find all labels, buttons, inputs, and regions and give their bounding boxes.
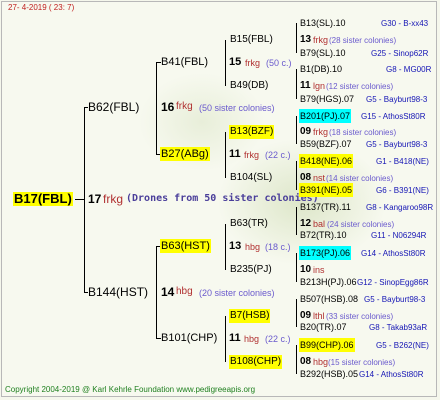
g2-num-2: 11	[229, 148, 241, 160]
g2-vertical-a	[156, 62, 157, 154]
g4-ref-11: G14 - AthosSt80R	[361, 249, 426, 258]
g1-breeder-2: hbg	[176, 286, 193, 297]
g1-colonies-1: (50 sister colonies)	[199, 103, 275, 113]
g3-id-8[interactable]: B108(CHP)	[229, 355, 283, 369]
g2-num-3: 13	[229, 240, 242, 252]
g2-breeder-2: frkg	[244, 150, 260, 160]
g3-id-3[interactable]: B13(BZF)	[229, 125, 275, 139]
g3-breeder-1: frkg	[313, 35, 329, 45]
g3-id-2[interactable]: B49(DB)	[230, 79, 268, 93]
g3-vertical-2	[225, 132, 226, 178]
g3-vertical-1	[225, 40, 226, 86]
g4-id-10[interactable]: B72(TR).10	[300, 228, 347, 242]
g3-id-1[interactable]: B15(FBL)	[230, 33, 273, 47]
g4-id-1[interactable]: B13(SL).10	[300, 16, 346, 30]
root-num: 17	[88, 192, 102, 206]
g4-ref-9: G8 - Kangaroo98R	[366, 203, 434, 212]
g3-breeder-2: lgn	[313, 81, 326, 91]
g4-ref-13: G5 - Bayburt98-3	[364, 295, 426, 304]
g4-vertical-7	[296, 299, 297, 327]
g4-ref-12: G12 - SinopEgg86R	[357, 278, 429, 287]
g4-ref-8: G6 - B391(NE)	[376, 186, 429, 195]
g2-breeder-4: hbg	[244, 334, 260, 344]
g2-vertical-b	[156, 246, 157, 338]
g4-id-4[interactable]: B79(HGS).07	[300, 92, 354, 106]
g1-num-2: 14	[161, 285, 175, 299]
g4-id-15[interactable]: B99(CHP).06	[299, 338, 355, 352]
g4-vertical-4	[296, 161, 297, 190]
g4-id-12[interactable]: B213H(PJ).06	[300, 275, 357, 289]
g3-num-1: 13	[300, 34, 312, 45]
root-colonies: (Drones from 50 sister colonies)	[126, 193, 319, 204]
g3-vertical-3	[225, 224, 226, 270]
g4-ref-16: G14 - AthosSt80R	[359, 370, 424, 379]
g4-id-16[interactable]: B292(HSB).05	[300, 367, 358, 381]
g2-colonies-1: (50 c.)	[266, 58, 292, 68]
g1-colonies-2: (20 sister colonies)	[199, 288, 275, 298]
g4-ref-7: G1 - B418(NE)	[376, 157, 429, 166]
g3-num-2: 11	[300, 80, 311, 91]
g3-vertical-4	[225, 316, 226, 362]
g1-breeder-1: frkg	[176, 101, 193, 112]
g2-id-1[interactable]: B41(FBL)	[161, 55, 208, 69]
root-id[interactable]: B17(FBL)	[13, 192, 73, 206]
g4-id-7[interactable]: B418(NE).06	[299, 154, 354, 168]
g4-ref-14: G8 - Takab93aR	[369, 323, 428, 332]
g3-id-5[interactable]: B63(TR)	[230, 217, 268, 231]
g2-id-4[interactable]: B101(CHP)	[161, 331, 217, 345]
g4-vertical-6	[296, 253, 297, 282]
g4-id-14[interactable]: B20(TR).07	[300, 320, 347, 334]
g2-id-2[interactable]: B27(ABg)	[160, 147, 210, 161]
g4-ref-2: G25 - Sinop62R	[371, 49, 429, 58]
g2-num-4: 11	[229, 332, 241, 344]
g4-id-8[interactable]: B391(NE).05	[299, 183, 354, 197]
g1-id-2[interactable]: B144(HST)	[88, 285, 148, 299]
root-connector	[75, 199, 84, 200]
g4-ref-5: G15 - AthosSt80R	[361, 112, 426, 121]
g3-id-6[interactable]: B235(PJ)	[230, 263, 272, 277]
g4-id-2[interactable]: B79(SL).10	[300, 46, 346, 60]
g4-ref-10: G11 - N06294R	[371, 231, 427, 240]
g4-ref-6: G5 - Bayburt98-3	[366, 140, 428, 149]
g3-id-4[interactable]: B104(SL)	[230, 171, 272, 185]
g4-ref-3: G8 - MG00R	[386, 65, 432, 74]
g1-vertical	[84, 107, 85, 292]
g3-id-7[interactable]: B7(HSB)	[229, 309, 271, 323]
g4-id-5[interactable]: B201(PJ).07	[299, 109, 352, 123]
g4-vertical-1	[296, 23, 297, 53]
root-breeder: frkg	[103, 192, 124, 206]
g4-vertical-3	[296, 116, 297, 144]
g2-breeder-1: frkg	[245, 58, 261, 68]
copyright-footer[interactable]: Copyright 2004-2019 @ Karl Kehrle Founda…	[5, 385, 255, 394]
g4-id-13[interactable]: B507(HSB).08	[300, 292, 358, 306]
g4-vertical-8	[296, 345, 297, 374]
g4-vertical-2	[296, 69, 297, 99]
g1-num-1: 16	[161, 100, 175, 114]
g2-colonies-4: (22 c.)	[265, 334, 291, 344]
g2-id-3[interactable]: B63(HST)	[160, 239, 211, 253]
g4-id-11[interactable]: B173(PJ).06	[299, 246, 352, 260]
g2-colonies-3: (18 c.)	[265, 242, 291, 252]
report-date: 27- 4-2019 ( 23: 7)	[8, 3, 75, 12]
g1-id-1[interactable]: B62(FBL)	[88, 100, 139, 114]
g2-colonies-2: (22 c.)	[265, 150, 291, 160]
g4-ref-1: G30 - B-xx43	[381, 19, 429, 28]
g4-id-3[interactable]: B1(DB).10	[300, 62, 342, 76]
g4-id-9[interactable]: B137(TR).11	[300, 200, 351, 214]
g4-vertical-5	[296, 207, 297, 235]
g2-num-1: 15	[229, 56, 242, 68]
g2-breeder-3: hbg	[245, 242, 261, 252]
g4-ref-4: G5 - Bayburt98-3	[366, 95, 428, 104]
g4-id-6[interactable]: B59(BZF).07	[300, 137, 352, 151]
g4-ref-15: G5 - B262(NE)	[376, 341, 429, 350]
